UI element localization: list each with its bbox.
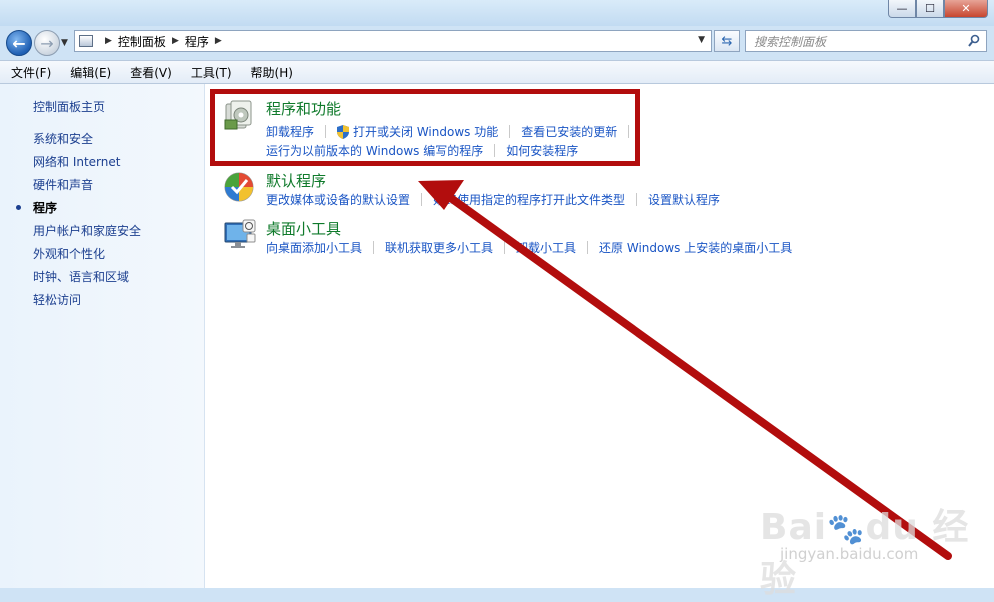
category-title[interactable]: 桌面小工具 bbox=[266, 218, 341, 239]
set-default-programs-link[interactable]: 设置默认程序 bbox=[648, 191, 720, 208]
add-gadgets-link[interactable]: 向桌面添加小工具 bbox=[266, 239, 362, 256]
uninstall-gadget-link[interactable]: 卸载小工具 bbox=[516, 239, 576, 256]
chevron-right-icon[interactable]: ▶ bbox=[172, 36, 179, 46]
menu-file[interactable]: 文件(F) bbox=[8, 62, 54, 83]
sidebar-item[interactable]: 系统和安全 bbox=[33, 131, 141, 154]
link-separator bbox=[421, 193, 423, 206]
link-separator bbox=[504, 241, 506, 254]
menu-edit[interactable]: 编辑(E) bbox=[67, 62, 114, 83]
sidebar-item-label: 网络和 Internet bbox=[33, 155, 121, 169]
sidebar-item[interactable]: 时钟、语言和区域 bbox=[33, 269, 141, 292]
maximize-button[interactable]: ☐ bbox=[916, 0, 944, 18]
back-arrow-icon: ← bbox=[12, 33, 26, 53]
sidebar-item-label: 程序 bbox=[33, 201, 58, 215]
search-icon[interactable] bbox=[968, 34, 980, 48]
category-links-row: 更改媒体或设备的默认设置 始终使用指定的程序打开此文件类型 设置默认程序 bbox=[266, 191, 720, 208]
file-type-association-link[interactable]: 始终使用指定的程序打开此文件类型 bbox=[433, 191, 625, 208]
search-input[interactable]: 搜索控制面板 bbox=[745, 30, 987, 52]
sidebar-item[interactable]: 轻松访问 bbox=[33, 292, 141, 315]
sidebar-item[interactable]: 硬件和声音 bbox=[33, 177, 141, 200]
refresh-icon: ⇆ bbox=[721, 33, 733, 49]
title-bar: — ☐ ✕ bbox=[0, 0, 994, 26]
menu-view[interactable]: 查看(V) bbox=[127, 62, 175, 83]
sidebar-item[interactable]: 网络和 Internet bbox=[33, 154, 141, 177]
minimize-button[interactable]: — bbox=[888, 0, 916, 18]
highlight-box bbox=[210, 89, 640, 166]
sidebar-item-label: 时钟、语言和区域 bbox=[33, 270, 130, 284]
forward-arrow-icon: → bbox=[40, 33, 54, 53]
sidebar-item[interactable]: 用户帐户和家庭安全 bbox=[33, 223, 141, 246]
baidu-watermark-url: jingyan.baidu.com bbox=[780, 545, 919, 563]
navigation-bar: ← → ▼ ▶ 控制面板 ▶ 程序 ▶ ▼ ⇆ 搜索控制面板 bbox=[0, 26, 994, 58]
current-item-bullet-icon bbox=[16, 205, 21, 210]
link-separator bbox=[373, 241, 375, 254]
default-programs-icon[interactable] bbox=[223, 170, 257, 204]
category-title[interactable]: 默认程序 bbox=[266, 170, 326, 191]
search-placeholder: 搜索控制面板 bbox=[754, 34, 827, 49]
back-button[interactable]: ← bbox=[6, 30, 32, 56]
control-panel-icon bbox=[79, 35, 93, 47]
sidebar-item-label: 外观和个性化 bbox=[33, 247, 106, 261]
menu-help[interactable]: 帮助(H) bbox=[248, 62, 296, 83]
chevron-right-icon[interactable]: ▶ bbox=[105, 36, 112, 46]
refresh-button[interactable]: ⇆ bbox=[714, 30, 740, 52]
sidebar-item[interactable]: 外观和个性化 bbox=[33, 246, 141, 269]
window-controls: — ☐ ✕ bbox=[888, 0, 988, 18]
address-bar[interactable]: ▶ 控制面板 ▶ 程序 ▶ ▼ bbox=[74, 30, 712, 52]
sidebar-item-label: 系统和安全 bbox=[33, 132, 94, 146]
sidebar-list: 系统和安全网络和 Internet 硬件和声音程序用户帐户和家庭安全 外观和个性化时… bbox=[16, 131, 141, 315]
address-dropdown-icon[interactable]: ▼ bbox=[698, 35, 705, 45]
breadcrumb-control-panel[interactable]: 控制面板 bbox=[118, 33, 166, 50]
close-button[interactable]: ✕ bbox=[944, 0, 988, 18]
link-separator bbox=[636, 193, 638, 206]
sidebar-item-label: 轻松访问 bbox=[33, 293, 82, 307]
media-defaults-link[interactable]: 更改媒体或设备的默认设置 bbox=[266, 191, 410, 208]
restore-gadgets-link[interactable]: 还原 Windows 上安装的桌面小工具 bbox=[599, 239, 792, 256]
desktop-gadgets-icon[interactable] bbox=[223, 218, 257, 252]
link-separator bbox=[587, 241, 589, 254]
forward-button[interactable]: → bbox=[34, 30, 60, 56]
chevron-right-icon[interactable]: ▶ bbox=[215, 36, 222, 46]
sidebar: 控制面板主页 系统和安全网络和 Internet 硬件和声音程序用户帐户和家庭安全… bbox=[0, 84, 205, 588]
breadcrumb-programs[interactable]: 程序 bbox=[185, 33, 209, 50]
menu-bar: 文件(F) 编辑(E) 查看(V) 工具(T) 帮助(H) bbox=[0, 60, 994, 84]
recent-pages-dropdown[interactable]: ▼ bbox=[61, 38, 68, 48]
category-links-row: 向桌面添加小工具 联机获取更多小工具 卸载小工具 还原 Windows 上安装的… bbox=[266, 239, 792, 256]
sidebar-item-label: 硬件和声音 bbox=[33, 178, 94, 192]
sidebar-home-link[interactable]: 控制面板主页 bbox=[33, 98, 105, 115]
sidebar-item-label: 用户帐户和家庭安全 bbox=[33, 224, 142, 238]
menu-tools[interactable]: 工具(T) bbox=[188, 62, 235, 83]
get-more-gadgets-link[interactable]: 联机获取更多小工具 bbox=[385, 239, 493, 256]
sidebar-item[interactable]: 程序 bbox=[16, 200, 141, 223]
